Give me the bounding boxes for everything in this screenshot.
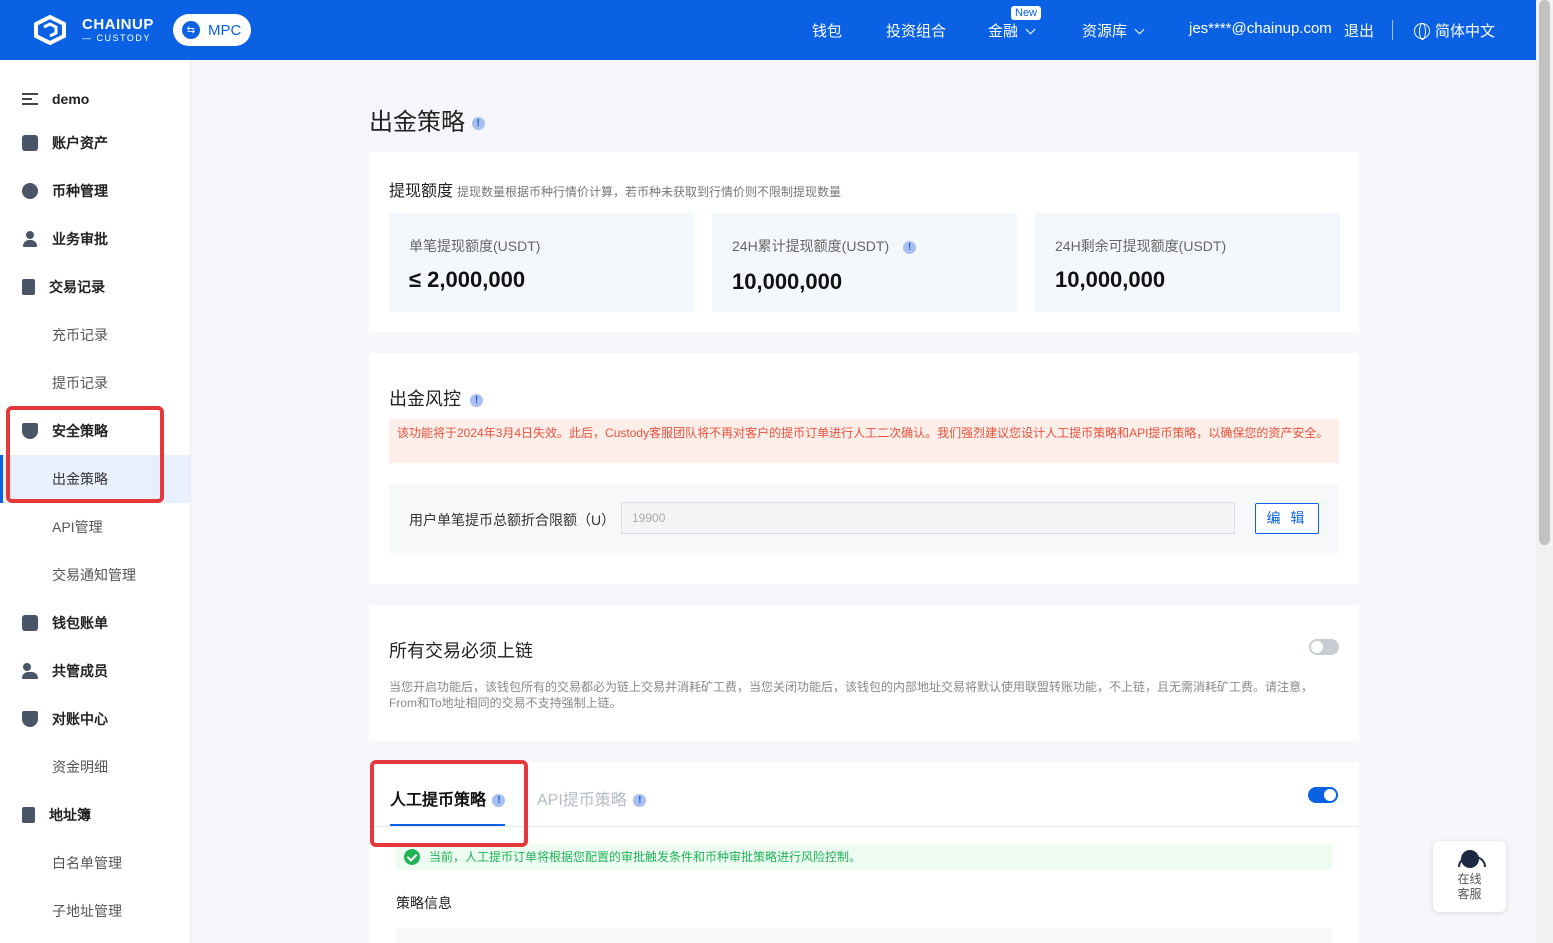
sidebar-item-sub-addresses[interactable]: 子地址管理 <box>0 887 190 935</box>
chevron-down-icon <box>1134 24 1145 35</box>
logout-link[interactable]: 退出 <box>1344 20 1374 41</box>
info-icon[interactable]: ! <box>470 393 484 407</box>
globe-icon <box>1414 23 1430 40</box>
stat-single-limit: 单笔提现额度(USDT) ≤ 2,000,000 <box>389 213 694 312</box>
bill-icon <box>22 615 38 631</box>
strategy-notice: 当前，人工提币订单将根据您配置的审批触发条件和币种审批策略进行风险控制。 <box>396 844 1332 870</box>
stat-label: 24H剩余可提现额度(USDT) <box>1055 238 1227 254</box>
sidebar-item-label: 钱包账单 <box>52 615 108 631</box>
sidebar-item-label: 账户资产 <box>52 135 108 151</box>
header-divider <box>1392 20 1393 40</box>
onchain-heading: 所有交易必须上链 <box>389 641 533 661</box>
sidebar-item-coin-management[interactable]: 币种管理 <box>0 167 190 215</box>
sidebar-item-withdraw-records[interactable]: 提币记录 <box>0 359 190 407</box>
top-nav: 钱包 投资组合 金融 New 资源库 jes****@chainup.com 退… <box>0 0 1536 60</box>
highlight-box <box>370 760 528 847</box>
sidebar-item-label: 共管成员 <box>52 663 108 679</box>
coin-icon <box>22 183 38 199</box>
nav-finance-label: 金融 <box>988 23 1019 40</box>
limits-heading: 提现额度 <box>389 183 454 200</box>
stat-value: ≤ 2,000,000 <box>409 267 526 292</box>
highlight-box <box>6 406 164 503</box>
group-icon <box>22 663 38 679</box>
sidebar-item-api-management[interactable]: API管理 <box>0 503 190 551</box>
page-scrollbar[interactable] <box>1536 0 1553 943</box>
sidebar-item-transactions[interactable]: 交易记录 <box>0 263 190 311</box>
wallet-icon <box>22 135 38 151</box>
notice-text: 当前，人工提币订单将根据您配置的审批触发条件和币种审批策略进行风险控制。 <box>429 850 862 864</box>
risk-control-card: 出金风控 ! 该功能将于2024年3月4日失效。此后，Custody客服团队将不… <box>369 353 1359 584</box>
sidebar-item-account-assets[interactable]: 账户资产 <box>0 119 190 167</box>
sidebar-item-whitelist[interactable]: 白名单管理 <box>0 839 190 887</box>
info-icon[interactable]: ! <box>471 117 485 131</box>
stat-label-text: 24H累计提现额度(USDT) <box>732 238 890 254</box>
stat-24h-total-limit: 24H累计提现额度(USDT) ! 10,000,000 <box>712 213 1017 312</box>
support-line1: 在线 <box>1457 872 1482 886</box>
sidebar-item-reconciliation[interactable]: 对账中心 <box>0 695 190 743</box>
online-support-button[interactable]: 在线 客服 <box>1433 841 1506 912</box>
sidebar-item-label: 交易记录 <box>49 279 105 295</box>
nav-resources-label: 资源库 <box>1082 23 1128 40</box>
chevron-down-icon <box>1025 24 1036 35</box>
nav-wallet[interactable]: 钱包 <box>812 20 842 41</box>
tab-label: API提币策略 <box>537 792 627 809</box>
sidebar-item-address-book[interactable]: 地址簿 <box>0 791 190 839</box>
sidebar-item-label: 对账中心 <box>52 711 108 727</box>
tab-api-withdrawal[interactable]: API提币策略 ! <box>537 786 647 810</box>
sidebar-item-approvals[interactable]: 业务审批 <box>0 215 190 263</box>
info-icon[interactable]: ! <box>903 240 917 254</box>
stat-value: 10,000,000 <box>1055 267 1166 292</box>
sidebar-item-label: 业务审批 <box>52 231 108 247</box>
risk-heading: 出金风控 <box>389 389 461 409</box>
user-icon <box>22 231 38 247</box>
shield-check-icon <box>22 711 38 727</box>
limit-input[interactable]: 19900 <box>621 502 1235 534</box>
sidebar-item-co-managers[interactable]: 共管成员 <box>0 647 190 695</box>
workspace-name: demo <box>52 91 90 107</box>
sidebar-workspace[interactable]: demo <box>0 75 190 123</box>
stat-label: 24H累计提现额度(USDT) ! <box>732 236 917 256</box>
sidebar-item-fund-details[interactable]: 资金明细 <box>0 743 190 791</box>
onchain-card: 所有交易必须上链 当您开启功能后，该钱包所有的交易都必为链上交易并消耗矿工费，当… <box>369 605 1359 741</box>
strategy-info-label: 策略信息 <box>396 895 452 911</box>
stat-label: 单笔提现额度(USDT) <box>409 238 541 254</box>
strategy-toggle[interactable] <box>1308 787 1338 803</box>
nav-finance[interactable]: 金融 <box>988 20 1036 41</box>
sidebar-item-notification-management[interactable]: 交易通知管理 <box>0 551 190 599</box>
check-circle-icon <box>404 849 420 865</box>
language-label: 简体中文 <box>1435 23 1496 40</box>
nav-resources[interactable]: 资源库 <box>1082 20 1145 41</box>
sidebar-item-wallet-bill[interactable]: 钱包账单 <box>0 599 190 647</box>
limit-field-label: 用户单笔提币总额折合限额（U） <box>409 512 616 528</box>
strategy-info-panel <box>396 928 1332 943</box>
new-badge: New <box>1011 6 1042 20</box>
nav-portfolio[interactable]: 投资组合 <box>886 20 946 41</box>
page-title-text: 出金策略 <box>369 109 465 136</box>
sidebar-item-label: 地址簿 <box>49 807 91 823</box>
risk-header: 出金风控 ! <box>389 385 484 411</box>
book-icon <box>22 807 35 823</box>
scrollbar-thumb[interactable] <box>1539 0 1550 545</box>
limits-subheading: 提现数量根据币种行情价计算，若币种未获取到行情价则不限制提现数量 <box>457 185 842 199</box>
user-email[interactable]: jes****@chainup.com <box>1189 20 1332 37</box>
stat-value: 10,000,000 <box>732 269 843 294</box>
edit-button[interactable]: 编 辑 <box>1255 503 1319 534</box>
support-line2: 客服 <box>1457 887 1482 901</box>
onchain-toggle[interactable] <box>1309 639 1339 655</box>
sidebar-item-deposit-records[interactable]: 充币记录 <box>0 311 190 359</box>
stat-24h-remaining: 24H剩余可提现额度(USDT) 10,000,000 <box>1035 213 1340 312</box>
deprecation-alert: 该功能将于2024年3月4日失效。此后，Custody客服团队将不再对客户的提币… <box>389 419 1339 463</box>
language-selector[interactable]: 简体中文 <box>1414 20 1495 41</box>
limits-header: 提现额度 提现数量根据币种行情价计算，若币种未获取到行情价则不限制提现数量 <box>389 177 841 201</box>
page-title: 出金策略 ! <box>369 102 485 137</box>
limit-form-row: 用户单笔提币总额折合限额（U） 19900 编 辑 <box>389 483 1339 553</box>
sidebar-item-label: 币种管理 <box>52 183 108 199</box>
info-icon[interactable]: ! <box>633 794 647 808</box>
onchain-description: 当您开启功能后，该钱包所有的交易都必为链上交易并消耗矿工费，当您关闭功能后，该钱… <box>389 680 1314 710</box>
document-icon <box>22 279 35 295</box>
menu-icon <box>22 93 38 105</box>
headset-icon <box>1457 850 1486 868</box>
top-header: CHAINUP — CUSTODY ⇆ MPC 钱包 投资组合 金融 New 资… <box>0 0 1536 60</box>
withdrawal-limits-card: 提现额度 提现数量根据币种行情价计算，若币种未获取到行情价则不限制提现数量 单笔提… <box>369 152 1359 332</box>
